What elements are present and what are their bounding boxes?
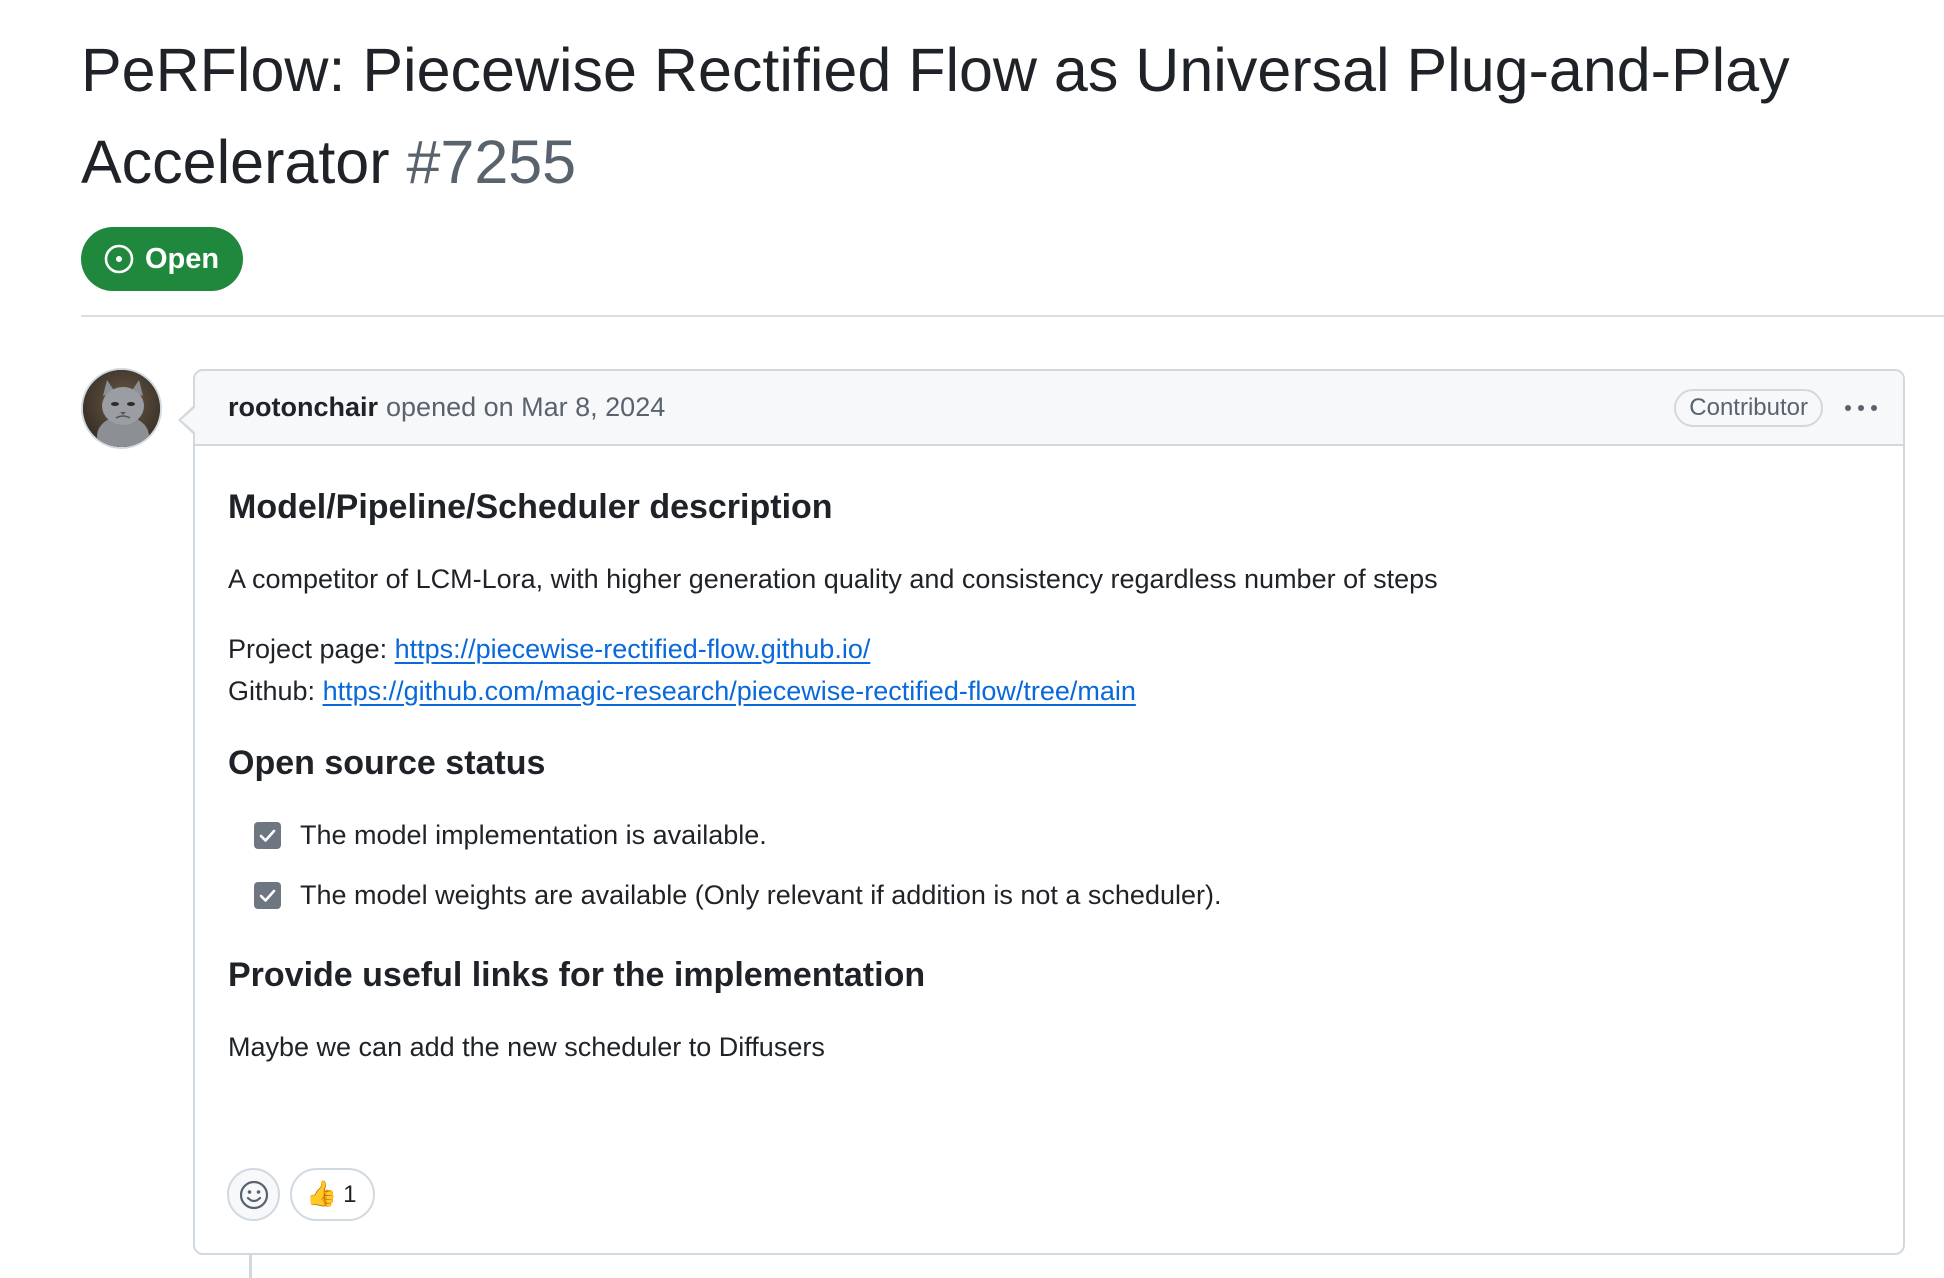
thumbs-up-icon: 👍	[306, 1180, 338, 1208]
thumbs-up-reaction-button[interactable]: 👍 1	[290, 1168, 375, 1221]
author-avatar[interactable]	[81, 368, 162, 449]
checkbox-checked-icon[interactable]	[254, 821, 281, 849]
opened-timestamp[interactable]: opened on Mar 8, 2024	[386, 392, 665, 423]
comment-header: rootonchair opened on Mar 8, 2024 Contri…	[195, 371, 1903, 446]
section-heading-useful-links: Provide useful links for the implementat…	[228, 956, 926, 994]
comment-body: Model/Pipeline/Scheduler description A c…	[195, 446, 1903, 1068]
issue-number: #7255	[406, 128, 577, 196]
description-text: A competitor of LCM-Lora, with higher ge…	[228, 564, 1438, 594]
checkbox-checked-icon[interactable]	[254, 881, 281, 909]
issue-state-badge: Open	[81, 227, 244, 291]
contributor-badge: Contributor	[1674, 388, 1823, 427]
header-divider	[81, 315, 1944, 317]
task-list: The model implementation is available. T…	[228, 814, 1870, 916]
task-list-item: The model implementation is available.	[254, 814, 1870, 856]
author-link[interactable]: rootonchair	[228, 392, 378, 423]
links-paragraph: Project page: https://piecewise-rectifie…	[228, 628, 1870, 712]
kebab-horizontal-icon[interactable]	[1843, 390, 1879, 426]
reactions-bar: 👍 1	[227, 1168, 375, 1221]
task-list-item: The model weights are available (Only re…	[254, 874, 1870, 916]
issue-state-label: Open	[145, 242, 220, 275]
issue-page: PeRFlow: Piecewise Rectified Flow as Uni…	[0, 0, 1944, 1278]
task-label: The model weights are available (Only re…	[300, 880, 1222, 910]
useful-links-text: Maybe we can add the new scheduler to Di…	[228, 1032, 825, 1062]
github-label: Github:	[228, 676, 323, 706]
issue-comment: rootonchair opened on Mar 8, 2024 Contri…	[178, 369, 1905, 1255]
section-heading-description: Model/Pipeline/Scheduler description	[228, 488, 833, 526]
project-page-label: Project page:	[228, 634, 395, 664]
reaction-count: 1	[343, 1180, 357, 1208]
timeline-line	[249, 1254, 252, 1278]
smiley-icon[interactable]	[227, 1168, 280, 1221]
issue-open-icon	[103, 243, 135, 275]
issue-title: PeRFlow: Piecewise Rectified Flow as Uni…	[81, 24, 1921, 208]
section-heading-open-source: Open source status	[228, 744, 546, 782]
task-label: The model implementation is available.	[300, 820, 767, 850]
github-link[interactable]: https://github.com/magic-research/piecew…	[323, 676, 1136, 706]
project-page-link[interactable]: https://piecewise-rectified-flow.github.…	[395, 634, 871, 664]
issue-title-text: PeRFlow: Piecewise Rectified Flow as Uni…	[81, 36, 1790, 196]
